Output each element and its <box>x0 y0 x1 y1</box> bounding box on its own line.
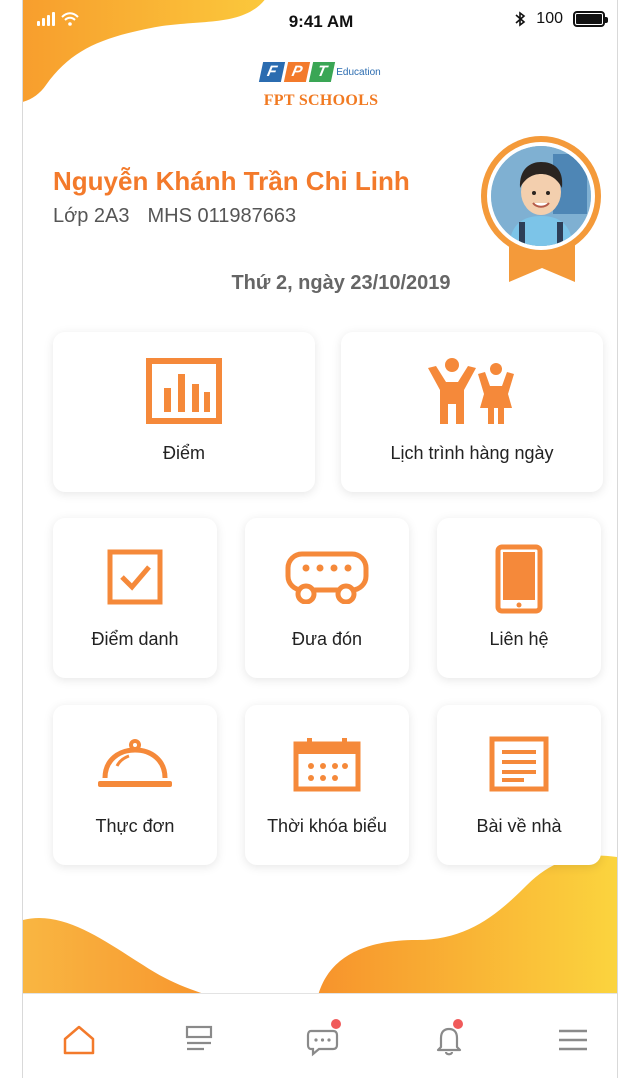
fpt-logo: F P T <box>259 62 336 82</box>
tile-grades[interactable]: Điểm <box>53 332 315 492</box>
tile-timetable[interactable]: Thời khóa biểu <box>245 705 409 865</box>
avatar[interactable] <box>481 136 601 286</box>
school-logo: F P T Education FPT SCHOOLS <box>23 62 617 110</box>
nav-list[interactable] <box>179 1020 219 1060</box>
tile-label: Điểm <box>162 443 205 463</box>
bus-icon <box>284 542 370 612</box>
status-right: 100 <box>514 10 608 28</box>
tile-label: Liên hệ <box>489 629 549 649</box>
battery-icon <box>573 11 608 27</box>
home-icon <box>63 1025 95 1055</box>
student-id: MHS 011987663 <box>147 205 297 227</box>
document-icon <box>489 729 549 799</box>
bottom-left-decor-blob <box>23 918 223 1000</box>
chat-badge <box>331 1019 341 1029</box>
fpt-logo-letter: P <box>284 62 311 82</box>
tile-contact[interactable]: Liên hệ <box>437 518 601 678</box>
status-bar: 9:41 AM 100 <box>23 0 617 44</box>
tile-label: Lịch trình hàng ngày <box>390 443 554 463</box>
child-portrait-icon <box>491 146 591 246</box>
battery-fill <box>576 14 602 24</box>
student-meta: Lớp 2A3 MHS 011987663 <box>53 205 296 228</box>
bottom-nav <box>23 993 617 1078</box>
nav-messages[interactable] <box>303 1019 343 1060</box>
student-class: Lớp 2A3 <box>53 205 130 227</box>
battery-percent: 100 <box>536 10 563 27</box>
calendar-icon <box>293 729 361 799</box>
checkbox-icon <box>107 542 163 612</box>
nav-notifications[interactable] <box>429 1019 469 1060</box>
fpt-logo-letter: F <box>259 62 286 82</box>
school-name: FPT SCHOOLS <box>263 92 379 109</box>
tile-pickup[interactable]: Đưa đón <box>245 518 409 678</box>
tile-homework[interactable]: Bài về nhà <box>437 705 601 865</box>
tile-label: Thực đơn <box>95 816 175 836</box>
tile-attendance[interactable]: Điểm danh <box>53 518 217 678</box>
phone-icon <box>495 544 543 614</box>
food-cloche-icon <box>95 729 175 799</box>
nav-menu[interactable] <box>553 1020 593 1060</box>
tile-label: Thời khóa biểu <box>267 816 387 836</box>
bluetooth-icon <box>515 11 526 27</box>
tile-label: Điểm danh <box>91 629 179 649</box>
avatar-photo <box>491 146 591 246</box>
menu-icon <box>559 1029 587 1051</box>
current-date: Thứ 2, ngày 23/10/2019 <box>231 272 451 294</box>
student-name: Nguyễn Khánh Trần Chi Linh <box>53 166 410 196</box>
notification-badge <box>453 1019 463 1029</box>
tile-daily-schedule[interactable]: Lịch trình hàng ngày <box>341 332 603 492</box>
edu-label: Education <box>336 66 381 78</box>
avatar-ring <box>481 136 601 256</box>
fpt-logo-letter: T <box>309 62 336 82</box>
children-icon <box>424 356 520 426</box>
tile-label: Đưa đón <box>291 629 363 649</box>
bar-chart-icon <box>146 356 222 426</box>
tile-label: Bài về nhà <box>476 816 562 836</box>
list-icon <box>185 1025 213 1051</box>
tile-menu[interactable]: Thực đơn <box>53 705 217 865</box>
phone-screen: 9:41 AM 100 F P T Education FPT SCHOOLS … <box>22 0 618 1078</box>
nav-home[interactable] <box>59 1020 99 1060</box>
bottom-right-decor-blob <box>317 855 617 1000</box>
